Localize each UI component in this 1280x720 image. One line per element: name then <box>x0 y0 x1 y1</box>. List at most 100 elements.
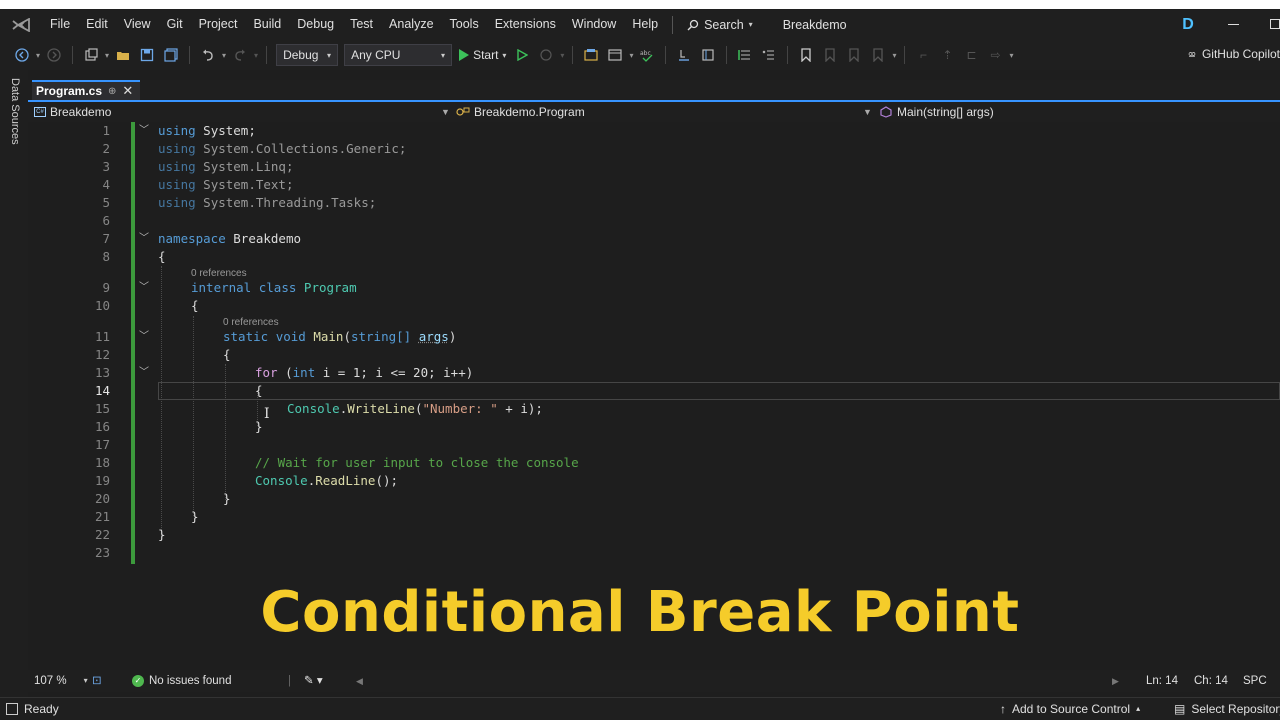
zoom-dropdown[interactable]: 107 % ▾ <box>34 670 88 692</box>
menu-debug[interactable]: Debug <box>289 9 342 40</box>
chevron-down-icon[interactable]: ▾ <box>222 51 226 60</box>
previous-bookmark-icon[interactable] <box>822 47 838 63</box>
menu-project[interactable]: Project <box>191 9 246 40</box>
collapse-chevron-icon[interactable]: ﹀ <box>138 364 150 382</box>
whitespace-indicator[interactable]: SPC <box>1243 670 1267 692</box>
layout-icon[interactable] <box>607 47 623 63</box>
scroll-left-icon[interactable]: ◀ <box>356 670 363 692</box>
menu-file[interactable]: File <box>42 9 78 40</box>
undo-icon[interactable] <box>200 47 216 63</box>
code-cleanup-icon[interactable]: ✎ ▾ <box>304 670 323 692</box>
menu-test[interactable]: Test <box>342 9 381 40</box>
keyword: string[] <box>350 329 412 344</box>
browser-link-icon[interactable] <box>583 47 599 63</box>
configuration-value: Debug <box>283 48 319 62</box>
chevron-down-icon[interactable]: ▾ <box>629 51 633 60</box>
keyword: class <box>258 280 297 295</box>
method-name: WriteLine <box>347 401 415 416</box>
solution-platform-dropdown[interactable]: Any CPU ▾ <box>344 44 453 66</box>
code-line: 7 ﹀ namespace Breakdemo <box>28 230 1280 248</box>
code-text: } <box>158 527 166 542</box>
code-text: static void Main(string[] args) <box>223 329 457 344</box>
navigate-forward-icon[interactable] <box>46 47 62 63</box>
chevron-down-icon[interactable]: ▾ <box>1009 51 1013 60</box>
column-indicator[interactable]: Ch: 14 <box>1194 670 1228 692</box>
type-dropdown[interactable]: Breakdemo.Program <box>456 102 585 122</box>
next-bookmark-icon[interactable] <box>846 47 862 63</box>
menu-extensions[interactable]: Extensions <box>487 9 564 40</box>
collapse-chevron-icon[interactable]: ﹀ <box>138 279 150 297</box>
type-name: Breakdemo.Program <box>474 105 585 119</box>
collapse-chevron-icon[interactable]: ﹀ <box>138 122 150 140</box>
show-next-statement-icon[interactable]: ⇨ <box>987 47 1003 63</box>
visual-studio-logo-icon[interactable] <box>10 17 32 33</box>
menu-analyze[interactable]: Analyze <box>381 9 441 40</box>
keyword: for <box>255 365 278 380</box>
scroll-right-icon[interactable]: ▶ <box>1112 670 1119 692</box>
data-sources-tab[interactable]: Data Sources <box>9 78 21 145</box>
save-icon[interactable] <box>139 47 155 63</box>
line-number: 7 <box>102 231 110 246</box>
class-name: Program <box>303 280 357 295</box>
navigate-back-icon[interactable] <box>14 47 30 63</box>
project-dropdown[interactable]: C# Breakdemo <box>34 102 111 122</box>
collapse-chevron-icon[interactable]: ﹀ <box>138 328 150 346</box>
account-avatar[interactable]: D <box>1178 15 1198 35</box>
solution-configuration-dropdown[interactable]: Debug ▾ <box>276 44 339 66</box>
menu-git[interactable]: Git <box>159 9 191 40</box>
menu-bar: File Edit View Git Project Build Debug T… <box>0 9 1280 40</box>
uncomment-lines-icon[interactable] <box>761 47 777 63</box>
step-into-icon[interactable] <box>676 47 692 63</box>
menu-help[interactable]: Help <box>624 9 666 40</box>
restart-icon[interactable]: ⊏ <box>963 47 979 63</box>
github-copilot-button[interactable]: GitHub Copilot <box>1188 47 1280 61</box>
intellicode-icon[interactable]: ⊡ <box>92 670 102 692</box>
spell-check-icon[interactable]: abc <box>639 47 655 63</box>
code-text: for (int i = 1; i <= 20; i++) <box>255 365 474 380</box>
bookmark-window-icon[interactable] <box>700 47 716 63</box>
menu-edit[interactable]: Edit <box>78 9 116 40</box>
select-repository-button[interactable]: ▤ Select Repository <box>1174 698 1280 720</box>
member-dropdown[interactable]: Main(string[] args) <box>879 102 994 122</box>
maximize-icon[interactable] <box>1270 19 1280 29</box>
chevron-down-icon[interactable]: ▾ <box>892 51 896 60</box>
line-number: 23 <box>94 545 110 560</box>
step-out-icon[interactable]: ⇡ <box>939 47 955 63</box>
bookmark-icon[interactable] <box>798 47 814 63</box>
attach-process-icon[interactable] <box>538 47 554 63</box>
comment-lines-icon[interactable] <box>737 47 753 63</box>
pin-icon[interactable]: ⊕ <box>108 86 116 97</box>
clear-bookmarks-icon[interactable] <box>870 47 886 63</box>
chevron-down-icon[interactable]: ▾ <box>560 51 564 60</box>
issues-indicator[interactable]: ✓ No issues found <box>132 670 231 692</box>
chevron-down-icon[interactable]: ▾ <box>254 51 258 60</box>
close-icon[interactable]: ✕ <box>122 83 133 99</box>
line-number: 3 <box>102 159 110 174</box>
line-indicator[interactable]: Ln: 14 <box>1146 670 1178 692</box>
tab-title: Program.cs <box>36 84 103 98</box>
chevron-down-icon[interactable]: ▼ <box>863 102 872 122</box>
start-without-debugging-icon[interactable] <box>514 47 530 63</box>
line-number: 4 <box>102 177 110 192</box>
search-button[interactable]: Search ▾ <box>679 18 761 32</box>
open-folder-icon[interactable] <box>115 47 131 63</box>
start-debugging-button[interactable]: Start ▾ <box>459 48 506 62</box>
line-number: 1 <box>102 123 110 138</box>
code-line: 5 using System.Threading.Tasks; <box>28 194 1280 212</box>
chevron-down-icon[interactable]: ▾ <box>36 51 40 60</box>
menu-window[interactable]: Window <box>564 9 624 40</box>
save-all-icon[interactable] <box>163 47 179 63</box>
tab-program-cs[interactable]: Program.cs ⊕ ✕ <box>32 80 140 100</box>
chevron-down-icon[interactable]: ▾ <box>105 51 109 60</box>
chevron-down-icon[interactable]: ▼ <box>441 102 450 122</box>
step-over-icon[interactable]: ⌐ <box>915 47 931 63</box>
add-to-source-control-button[interactable]: ↑ Add to Source Control ▴ <box>1000 698 1140 720</box>
menu-build[interactable]: Build <box>245 9 289 40</box>
minimize-icon[interactable] <box>1228 24 1239 25</box>
collapse-chevron-icon[interactable]: ﹀ <box>138 230 150 248</box>
new-project-icon[interactable] <box>83 47 99 63</box>
menu-view[interactable]: View <box>116 9 159 40</box>
menu-tools[interactable]: Tools <box>442 9 487 40</box>
redo-icon[interactable] <box>232 47 248 63</box>
method-name: ReadLine <box>315 473 376 488</box>
